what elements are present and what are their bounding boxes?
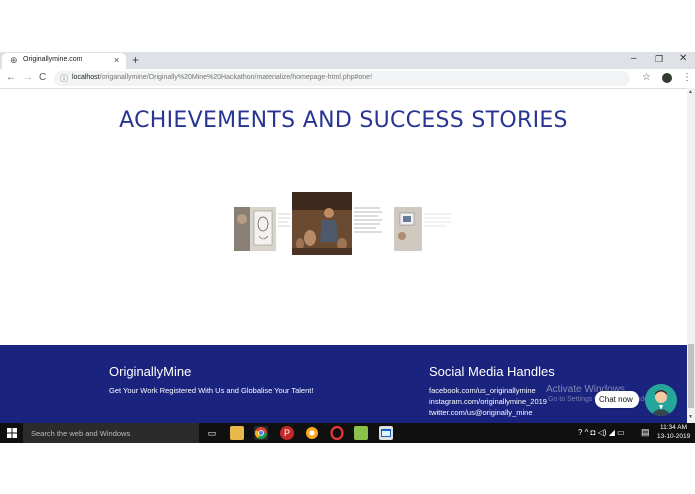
notepad-icon[interactable] xyxy=(354,426,368,440)
forward-arrow-icon[interactable]: → xyxy=(23,72,33,83)
facebook-link[interactable]: facebook.com/us_originallymine xyxy=(429,386,536,395)
windows-start-icon[interactable] xyxy=(7,428,17,438)
chrome-icon[interactable] xyxy=(254,426,268,440)
achievements-carousel[interactable] xyxy=(230,190,460,260)
globe-icon: ⊕ xyxy=(10,55,18,65)
profile-avatar-icon[interactable] xyxy=(662,73,672,83)
portrait-sketch-card[interactable] xyxy=(234,207,290,251)
scroll-up-icon[interactable]: ▲ xyxy=(688,89,693,95)
tab-title: Originallymine.com xyxy=(23,56,83,63)
scrollbar-thumb[interactable] xyxy=(688,344,694,408)
task-view-icon[interactable]: ▭ xyxy=(205,426,219,440)
back-arrow-icon[interactable]: ← xyxy=(6,72,16,83)
clock-time[interactable]: 11:34 AM xyxy=(660,424,687,431)
minimize-icon[interactable]: – xyxy=(631,53,637,64)
notification-icon[interactable]: ▤ xyxy=(641,427,650,438)
system-tray[interactable]: ? ^ ◘ ◁) ◢ ▭ xyxy=(578,428,625,437)
scroll-down-icon[interactable]: ▼ xyxy=(688,414,693,420)
file-explorer-icon[interactable] xyxy=(230,426,244,440)
carousel-images xyxy=(234,192,452,255)
reload-icon[interactable]: C xyxy=(39,72,46,83)
new-tab-button[interactable]: + xyxy=(132,53,139,67)
chrome-canary-icon[interactable] xyxy=(305,426,319,440)
instagram-link[interactable]: instagram.com/originallymine_2019 xyxy=(429,397,547,406)
pinterest-like-icon[interactable]: P xyxy=(280,426,294,440)
kebab-menu-icon[interactable]: ⋮ xyxy=(682,72,692,83)
url-host: localhost xyxy=(72,74,100,81)
footer-brand-title: OriginallyMine xyxy=(109,364,192,379)
info-icon[interactable]: ⓘ xyxy=(60,73,68,84)
bookmark-star-icon[interactable]: ☆ xyxy=(642,72,651,83)
page-title: ACHIEVEMENTS AND SUCCESS STORIES xyxy=(119,108,568,133)
url-text[interactable]: localhost/origanallymine/Originally%20Mi… xyxy=(72,74,372,81)
app-window-icon[interactable] xyxy=(379,426,393,440)
twitter-link[interactable]: twitter.com/us@originally_mine xyxy=(429,408,532,417)
window-close-icon[interactable]: ✕ xyxy=(679,53,687,64)
clock-date[interactable]: 13-10-2019 xyxy=(657,433,690,440)
agent-avatar-icon xyxy=(650,390,672,416)
footer-tagline: Get Your Work Registered With Us and Glo… xyxy=(109,386,314,395)
restore-icon[interactable]: ❐ xyxy=(655,54,663,65)
painting-artist-card[interactable] xyxy=(394,207,452,251)
chat-now-label[interactable]: Chat now xyxy=(599,395,633,404)
taskbar-search-placeholder[interactable]: Search the web and Windows xyxy=(31,429,130,438)
url-path: /origanallymine/Originally%20Mine%20Hack… xyxy=(99,74,373,81)
social-heading: Social Media Handles xyxy=(429,364,555,379)
tab-close-icon[interactable]: × xyxy=(114,55,119,65)
pottery-artisan-card[interactable] xyxy=(292,192,382,255)
chat-agent-avatar[interactable] xyxy=(645,384,677,416)
opera-icon[interactable] xyxy=(330,425,344,441)
